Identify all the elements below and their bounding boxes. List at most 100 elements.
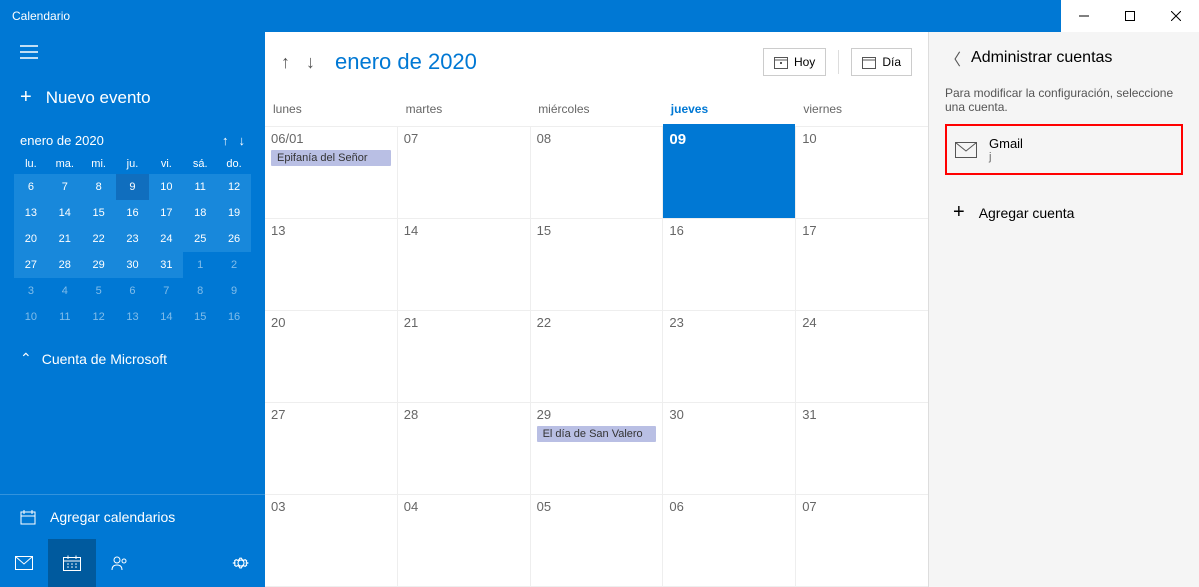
mini-day-cell[interactable]: 14	[149, 304, 183, 330]
mini-day-cell[interactable]: 7	[48, 174, 82, 200]
accounts-header-label: Cuenta de Microsoft	[42, 351, 167, 367]
calendar-day-cell[interactable]: 04	[398, 495, 531, 586]
mini-day-cell[interactable]: 24	[149, 226, 183, 252]
calendar-day-cell[interactable]: 27	[265, 403, 398, 494]
day-number: 13	[271, 223, 391, 238]
calendar-day-cell[interactable]: 30	[663, 403, 796, 494]
day-number: 20	[271, 315, 391, 330]
settings-nav-icon[interactable]	[217, 539, 265, 587]
mini-day-cell[interactable]: 26	[217, 226, 251, 252]
calendar-day-cell[interactable]: 21	[398, 311, 531, 402]
mini-day-cell[interactable]: 8	[183, 278, 217, 304]
cal-next-button[interactable]: ↓	[306, 52, 315, 73]
day-number: 06/01	[271, 131, 391, 146]
calendar-day-cell[interactable]: 03	[265, 495, 398, 586]
mini-day-cell[interactable]: 22	[82, 226, 116, 252]
mini-day-cell[interactable]: 5	[82, 278, 116, 304]
day-number: 31	[802, 407, 922, 422]
calendar-day-cell[interactable]: 23	[663, 311, 796, 402]
mini-dow-label: lu.	[14, 154, 48, 174]
account-item-gmail[interactable]: Gmail j	[945, 124, 1183, 175]
mini-day-cell[interactable]: 19	[217, 200, 251, 226]
today-button[interactable]: Hoy	[763, 48, 826, 76]
calendar-day-cell[interactable]: 20	[265, 311, 398, 402]
people-nav-icon[interactable]	[96, 539, 144, 587]
mini-day-cell[interactable]: 13	[116, 304, 150, 330]
mini-day-cell[interactable]: 6	[14, 174, 48, 200]
mini-day-cell[interactable]: 31	[149, 252, 183, 278]
accounts-collapse[interactable]: ⌃ Cuenta de Microsoft	[20, 350, 245, 367]
mini-day-cell[interactable]: 17	[149, 200, 183, 226]
mini-day-cell[interactable]: 10	[149, 174, 183, 200]
calendar-day-cell[interactable]: 09	[663, 127, 796, 218]
mini-day-cell[interactable]: 12	[82, 304, 116, 330]
mini-day-cell[interactable]: 14	[48, 200, 82, 226]
mini-day-cell[interactable]: 4	[48, 278, 82, 304]
mini-day-cell[interactable]: 16	[116, 200, 150, 226]
mini-day-cell[interactable]: 27	[14, 252, 48, 278]
mini-day-cell[interactable]: 3	[14, 278, 48, 304]
day-view-button[interactable]: Día	[851, 48, 912, 76]
calendar-day-cell[interactable]: 22	[531, 311, 664, 402]
calendar-day-cell[interactable]: 15	[531, 219, 664, 310]
mini-day-cell[interactable]: 21	[48, 226, 82, 252]
mini-day-cell[interactable]: 2	[217, 252, 251, 278]
calendar-day-cell[interactable]: 06/01 Epifanía del Señor	[265, 127, 398, 218]
mini-dow-label: do.	[217, 154, 251, 174]
calendar-day-cell[interactable]: 17	[796, 219, 928, 310]
mini-day-cell[interactable]: 20	[14, 226, 48, 252]
calendar-event[interactable]: El día de San Valero	[537, 426, 657, 442]
calendar-day-cell[interactable]: 06	[663, 495, 796, 586]
day-number: 10	[802, 131, 922, 146]
mini-day-cell[interactable]: 15	[82, 200, 116, 226]
mini-day-cell[interactable]: 18	[183, 200, 217, 226]
calendar-day-cell[interactable]: 08	[531, 127, 664, 218]
calendar-nav-icon[interactable]	[48, 539, 96, 587]
mini-day-cell[interactable]: 6	[116, 278, 150, 304]
mini-dow-label: sá.	[183, 154, 217, 174]
mini-day-cell[interactable]: 28	[48, 252, 82, 278]
mini-day-cell[interactable]: 11	[183, 174, 217, 200]
calendar-day-cell[interactable]: 31	[796, 403, 928, 494]
calendar-day-cell[interactable]: 29El día de San Valero	[531, 403, 664, 494]
mini-day-cell[interactable]: 16	[217, 304, 251, 330]
calendar-day-cell[interactable]: 07	[796, 495, 928, 586]
mini-day-cell[interactable]: 15	[183, 304, 217, 330]
maximize-button[interactable]	[1107, 0, 1153, 32]
calendar-day-cell[interactable]: 10	[796, 127, 928, 218]
mini-day-cell[interactable]: 10	[14, 304, 48, 330]
mini-day-cell[interactable]: 9	[116, 174, 150, 200]
calendar-day-cell[interactable]: 16	[663, 219, 796, 310]
mini-day-cell[interactable]: 23	[116, 226, 150, 252]
cal-prev-button[interactable]: ↑	[281, 52, 290, 73]
mini-prev-button[interactable]: ↑	[222, 133, 229, 148]
add-calendars-button[interactable]: Agregar calendarios	[0, 494, 265, 539]
add-account-button[interactable]: + Agregar cuenta	[945, 195, 1183, 230]
calendar-day-cell[interactable]: 14	[398, 219, 531, 310]
mini-day-cell[interactable]: 13	[14, 200, 48, 226]
day-number: 07	[404, 131, 524, 146]
panel-back-button[interactable]: 〈	[945, 46, 961, 70]
mini-day-cell[interactable]: 11	[48, 304, 82, 330]
mail-nav-icon[interactable]	[0, 539, 48, 587]
mini-next-button[interactable]: ↓	[239, 133, 246, 148]
calendar-day-cell[interactable]: 07	[398, 127, 531, 218]
calendar-day-cell[interactable]: 24	[796, 311, 928, 402]
mini-day-cell[interactable]: 1	[183, 252, 217, 278]
minimize-button[interactable]	[1061, 0, 1107, 32]
calendar-day-cell[interactable]: 28	[398, 403, 531, 494]
mini-day-cell[interactable]: 29	[82, 252, 116, 278]
hamburger-menu[interactable]	[0, 32, 265, 72]
calendar-day-cell[interactable]: 05	[531, 495, 664, 586]
calendar-day-cell[interactable]: 13	[265, 219, 398, 310]
mini-day-cell[interactable]: 9	[217, 278, 251, 304]
new-event-button[interactable]: + Nuevo evento	[0, 72, 265, 123]
mini-day-cell[interactable]: 30	[116, 252, 150, 278]
calendar-event[interactable]: Epifanía del Señor	[271, 150, 391, 166]
mail-icon	[955, 142, 977, 158]
close-button[interactable]	[1153, 0, 1199, 32]
mini-day-cell[interactable]: 12	[217, 174, 251, 200]
mini-day-cell[interactable]: 8	[82, 174, 116, 200]
mini-day-cell[interactable]: 25	[183, 226, 217, 252]
mini-day-cell[interactable]: 7	[149, 278, 183, 304]
